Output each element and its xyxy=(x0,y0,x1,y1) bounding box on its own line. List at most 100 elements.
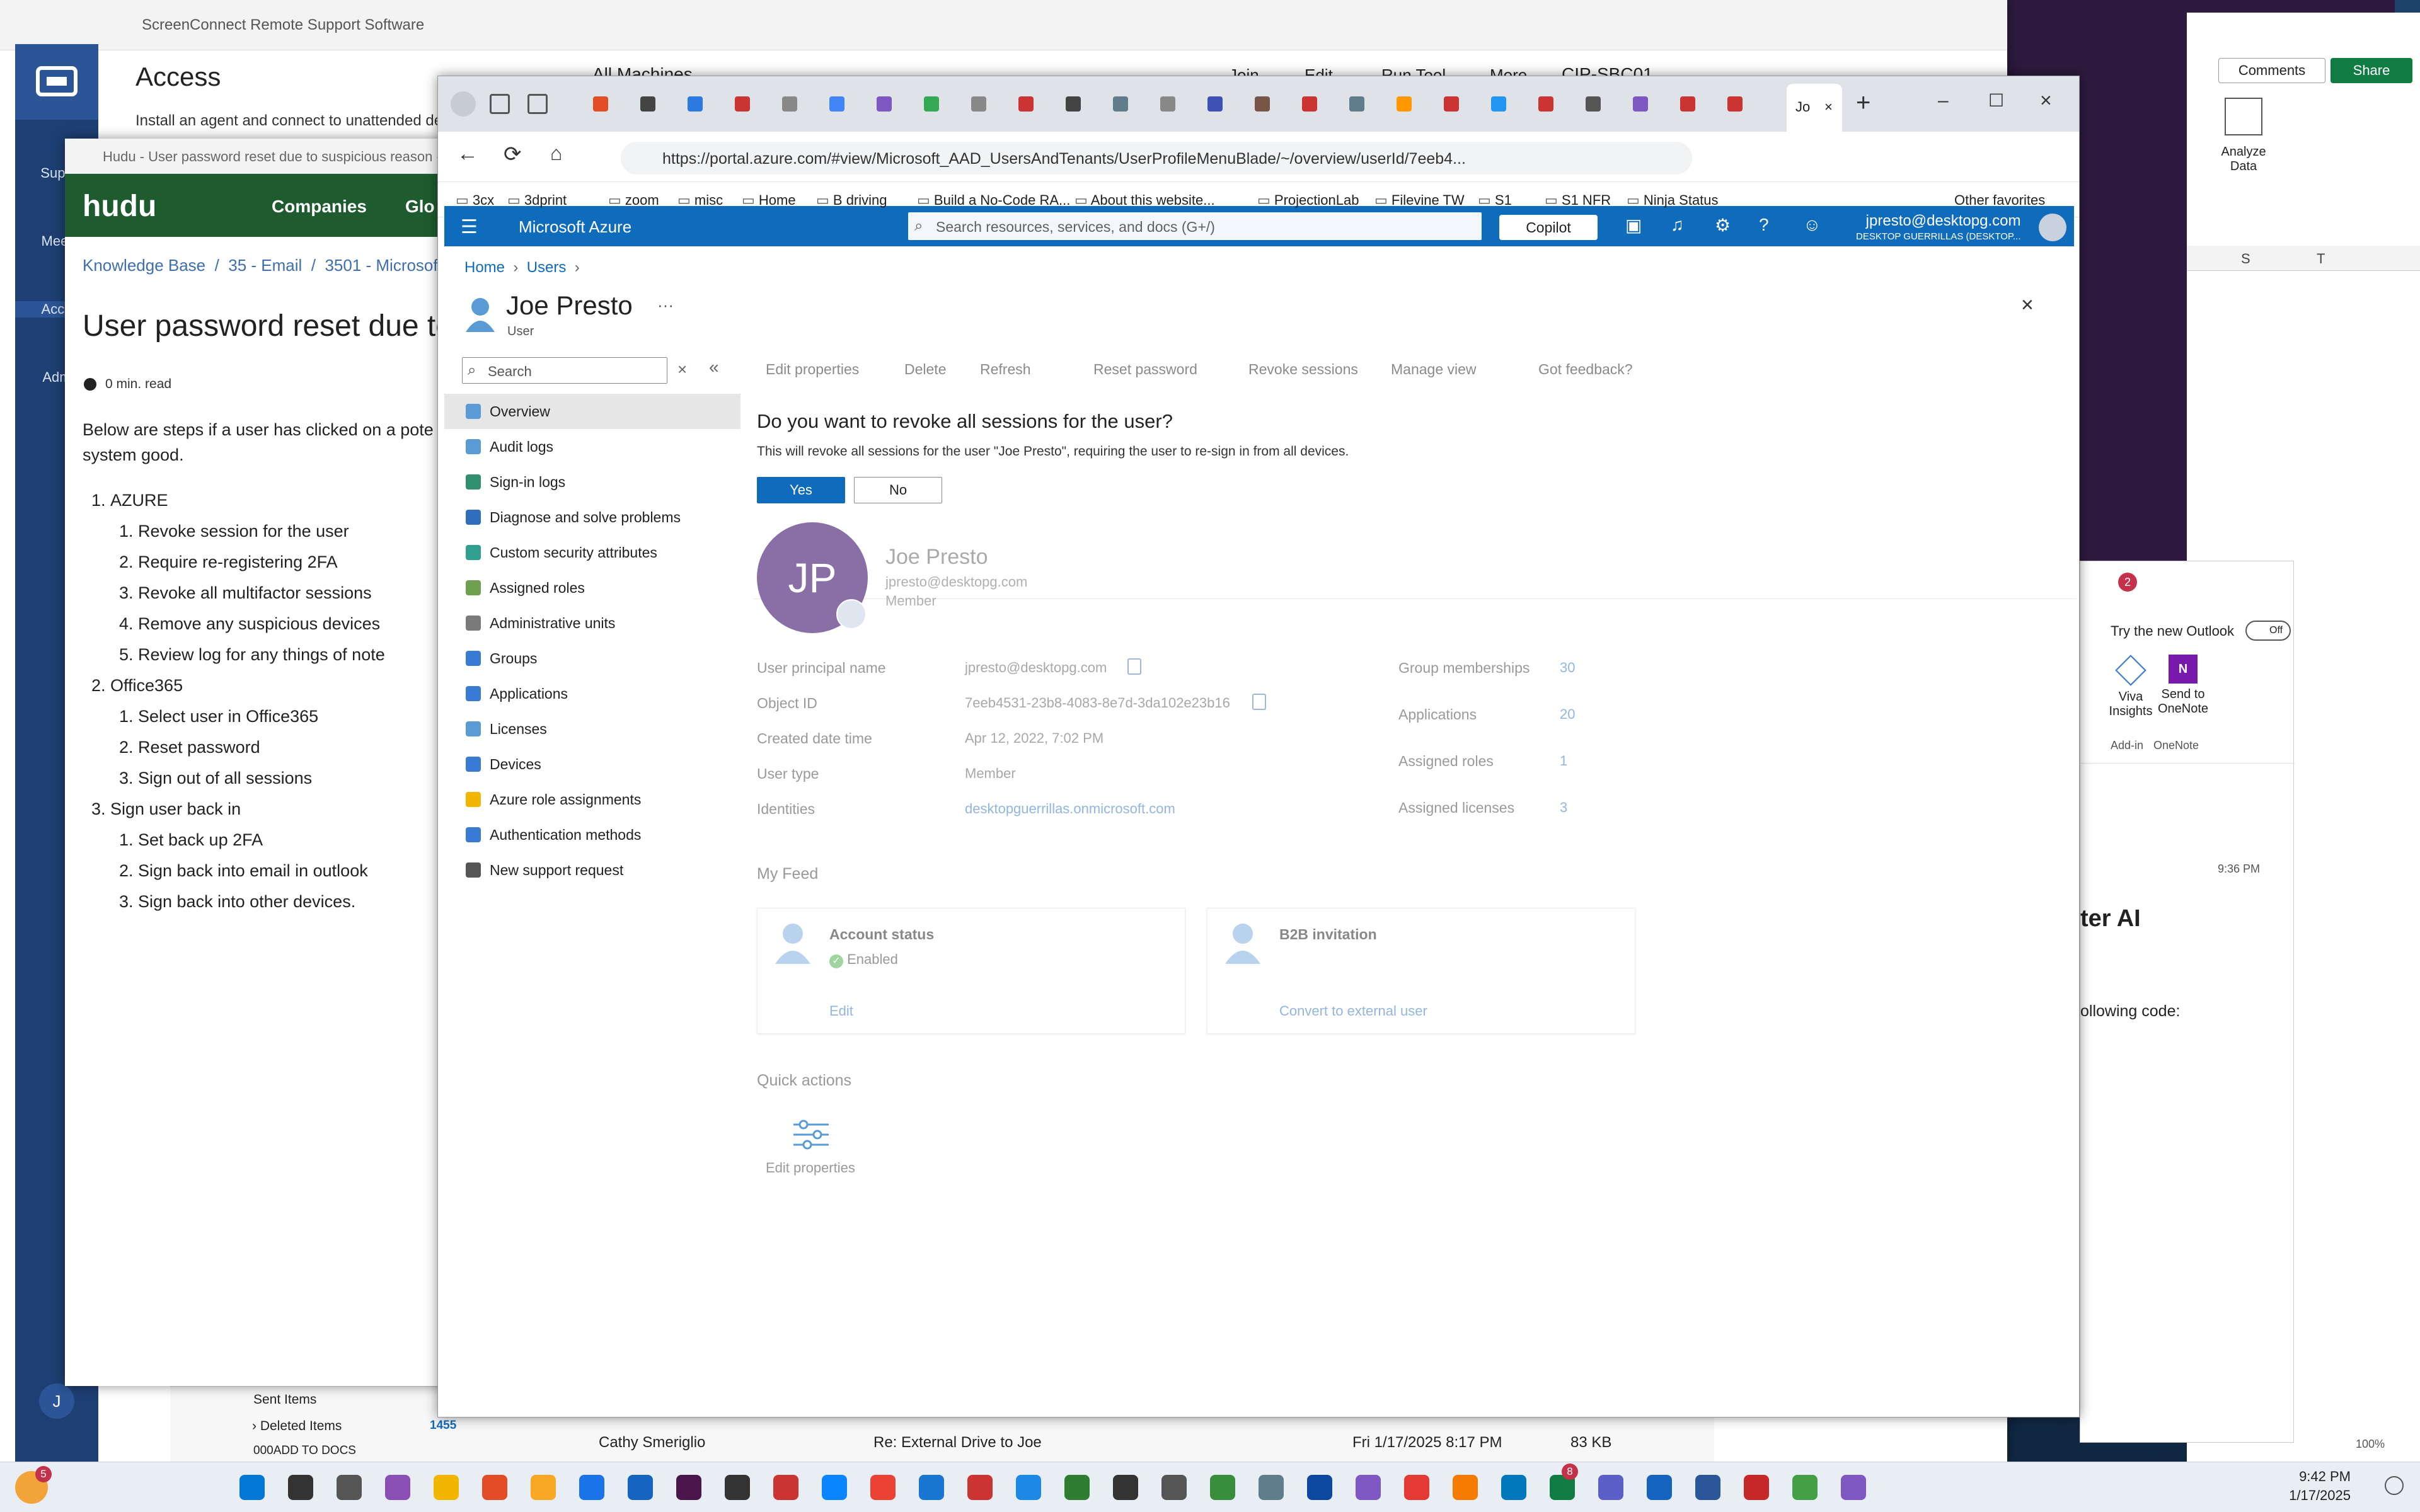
toolbar-refresh[interactable]: Refresh xyxy=(980,361,1031,378)
collapse-nav-icon[interactable]: « xyxy=(709,357,719,377)
favorite-item[interactable]: ▭ B driving xyxy=(816,192,887,209)
breadcrumb-knowledge-base[interactable]: Knowledge Base xyxy=(83,256,205,275)
favorite-item[interactable]: ▭ Filevine TW xyxy=(1374,192,1465,209)
taskbar-app-icon[interactable] xyxy=(773,1475,798,1500)
browser-tab[interactable] xyxy=(772,86,807,122)
sc-user-avatar[interactable]: J xyxy=(39,1383,74,1419)
breadcrumb-email[interactable]: 35 - Email xyxy=(228,256,302,275)
favorite-item[interactable]: ▭ Build a No-Code RA... xyxy=(917,192,1070,209)
edge-toolbar-icons[interactable] xyxy=(1724,144,2051,169)
url-text[interactable]: https://portal.azure.com/#view/Microsoft… xyxy=(662,150,1466,168)
taskbar-app-icon[interactable] xyxy=(870,1475,896,1500)
clear-search-icon[interactable]: × xyxy=(677,360,687,379)
taskbar-app-icon[interactable] xyxy=(822,1475,847,1500)
taskbar-app-icon[interactable] xyxy=(1064,1475,1090,1500)
taskbar-app-icon[interactable] xyxy=(676,1475,701,1500)
home-icon[interactable]: ⌂ xyxy=(550,142,562,165)
analyze-data-icon[interactable] xyxy=(2225,98,2262,135)
property-count[interactable]: 1 xyxy=(1560,753,1567,769)
favorite-item[interactable]: ▭ misc xyxy=(677,192,723,209)
taskbar-app-icon[interactable] xyxy=(1307,1475,1332,1500)
taskbar-app-icon[interactable] xyxy=(1356,1475,1381,1500)
toolbar-reset-password[interactable]: Reset password xyxy=(1093,361,1197,378)
toolbar-delete[interactable]: Delete xyxy=(904,361,946,378)
favorite-item[interactable]: ▭ zoom xyxy=(608,192,659,209)
cloud-shell-icon[interactable]: ▣ xyxy=(1625,215,1642,236)
taskbar-app-icon[interactable] xyxy=(239,1475,265,1500)
copy-icon[interactable] xyxy=(1127,658,1141,675)
browser-tab[interactable] xyxy=(961,86,996,122)
taskbar-app-icon[interactable] xyxy=(1016,1475,1041,1500)
share-button[interactable]: Share xyxy=(2331,58,2412,83)
hamburger-menu-icon[interactable]: ☰ xyxy=(461,216,478,238)
browser-tab[interactable] xyxy=(1481,86,1516,122)
nav-item-new-support-request[interactable]: New support request xyxy=(444,852,740,888)
edge-active-tab[interactable]: Jo × xyxy=(1787,84,1842,132)
yes-button[interactable]: Yes xyxy=(757,477,845,503)
browser-tab[interactable] xyxy=(630,86,666,122)
screenconnect-logo[interactable] xyxy=(15,44,98,120)
taskbar-app-icon[interactable] xyxy=(579,1475,604,1500)
nav-item-overview[interactable]: Overview xyxy=(444,394,740,429)
tab-actions-icon[interactable] xyxy=(527,94,548,114)
browser-tab[interactable] xyxy=(1339,86,1374,122)
browser-tab[interactable] xyxy=(1528,86,1564,122)
minimize-button[interactable]: – xyxy=(1938,90,1949,112)
browser-tab[interactable] xyxy=(1623,86,1658,122)
favorite-item[interactable]: ▭ Home xyxy=(742,192,796,209)
browser-tab[interactable] xyxy=(1056,86,1091,122)
favorite-item[interactable]: ▭ 3cx xyxy=(456,192,494,209)
notifications-icon[interactable]: ♫ xyxy=(1671,215,1684,235)
browser-tab[interactable] xyxy=(1670,86,1705,122)
refresh-icon[interactable]: ⟳ xyxy=(504,142,522,167)
profile-icon[interactable] xyxy=(451,91,476,117)
taskbar-app-icon[interactable] xyxy=(919,1475,944,1500)
browser-tab[interactable] xyxy=(819,86,855,122)
quick-edit-properties[interactable]: Edit properties xyxy=(766,1160,855,1176)
comments-button[interactable]: Comments xyxy=(2218,58,2325,83)
new-tab-button[interactable]: + xyxy=(1856,89,1870,117)
taskbar-app-icon[interactable] xyxy=(337,1475,362,1500)
property-value[interactable]: desktopguerrillas.onmicrosoft.com xyxy=(965,801,1175,817)
favorite-item[interactable]: ▭ S1 NFR xyxy=(1545,192,1611,209)
taskbar-app-icon[interactable] xyxy=(1647,1475,1672,1500)
taskbar-app-icon[interactable] xyxy=(1501,1475,1526,1500)
toolbar-manage-view[interactable]: Manage view xyxy=(1391,361,1477,378)
taskbar-app-icon[interactable] xyxy=(1792,1475,1818,1500)
edge-pinned-tabs[interactable] xyxy=(583,76,1780,132)
notification-center-icon[interactable] xyxy=(2385,1476,2404,1495)
more-options-icon[interactable]: ··· xyxy=(657,295,674,315)
nav-item-licenses[interactable]: Licenses xyxy=(444,711,740,747)
column-header-t[interactable]: T xyxy=(2317,251,2325,267)
new-outlook-toggle[interactable]: Off xyxy=(2245,621,2291,641)
taskbar-app-icon[interactable] xyxy=(385,1475,410,1500)
nav-item-applications[interactable]: Applications xyxy=(444,676,740,711)
nav-item-assigned-roles[interactable]: Assigned roles xyxy=(444,570,740,605)
browser-tab[interactable] xyxy=(1197,86,1233,122)
azure-global-search[interactable]: ⌕ Search resources, services, and docs (… xyxy=(908,212,1482,240)
taskbar-app-icon[interactable] xyxy=(628,1475,653,1500)
feedback-icon[interactable]: ☺ xyxy=(1803,215,1821,235)
nav-item-groups[interactable]: Groups xyxy=(444,641,740,676)
copilot-button[interactable]: Copilot xyxy=(1499,215,1598,240)
browser-tab[interactable] xyxy=(1103,86,1138,122)
breadcrumb-home[interactable]: Home xyxy=(464,259,505,276)
property-count[interactable]: 3 xyxy=(1560,799,1567,816)
azure-brand[interactable]: Microsoft Azure xyxy=(519,217,631,237)
nav-item-administrative-units[interactable]: Administrative units xyxy=(444,605,740,641)
edit-properties-icon[interactable] xyxy=(791,1117,831,1155)
back-arrow-icon[interactable]: ← xyxy=(457,142,478,166)
taskbar-clock[interactable]: 9:42 PM 1/17/2025 xyxy=(2225,1469,2351,1504)
taskbar-app-icon[interactable] xyxy=(1841,1475,1866,1500)
viva-insights-button[interactable]: Viva Insights xyxy=(2106,655,2156,719)
workspaces-icon[interactable] xyxy=(490,94,510,114)
taskbar-app-icon[interactable] xyxy=(967,1475,993,1500)
address-bar[interactable]: https://portal.azure.com/#view/Microsoft… xyxy=(621,142,1692,175)
browser-tab[interactable] xyxy=(1386,86,1422,122)
add-to-docs-folder[interactable]: 000ADD TO DOCS xyxy=(253,1444,356,1458)
nav-item-devices[interactable]: Devices xyxy=(444,747,740,782)
property-count[interactable]: 30 xyxy=(1560,660,1575,676)
camera-icon[interactable] xyxy=(836,599,867,629)
nav-item-diagnose-and-solve-problems[interactable]: Diagnose and solve problems xyxy=(444,500,740,535)
breadcrumb-microsoft[interactable]: 3501 - Microsoft xyxy=(325,256,442,275)
